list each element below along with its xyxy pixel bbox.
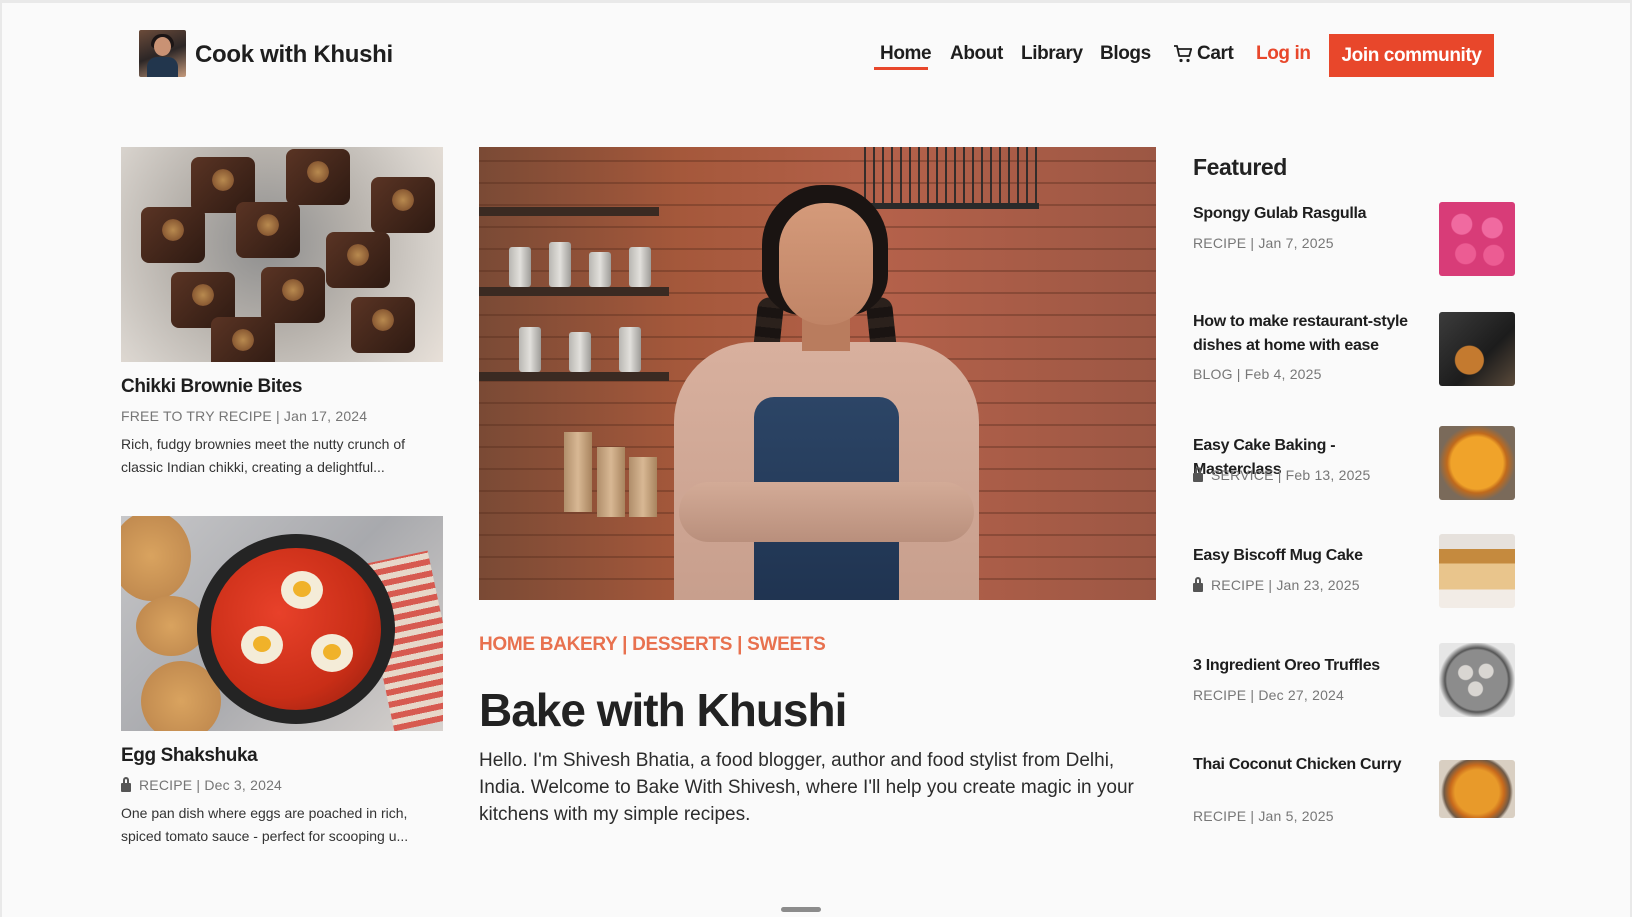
nav-about[interactable]: About xyxy=(950,43,1003,65)
featured-title[interactable]: Spongy Gulab Rasgulla xyxy=(1193,202,1408,226)
featured-item[interactable]: How to make restaurant-style dishes at h… xyxy=(1193,310,1515,410)
nav-library-link[interactable]: Library xyxy=(1021,43,1083,65)
nav-library[interactable]: Library xyxy=(1021,43,1083,65)
featured-item[interactable]: Spongy Gulab Rasgulla RECIPE | Jan 7, 20… xyxy=(1193,202,1515,282)
nav-blogs[interactable]: Blogs xyxy=(1100,43,1151,65)
card-desc-shakshuka: One pan dish where eggs are poached in r… xyxy=(121,805,409,844)
login-link[interactable]: Log in xyxy=(1256,43,1311,65)
featured-item[interactable]: 3 Ingredient Oreo Truffles RECIPE | Dec … xyxy=(1193,643,1515,734)
nav-blogs-link[interactable]: Blogs xyxy=(1100,43,1151,65)
lock-icon xyxy=(121,777,131,792)
logo-avatar[interactable] xyxy=(139,30,186,77)
featured-title[interactable]: Thai Coconut Chicken Curry xyxy=(1193,753,1408,777)
card-title-shakshuka[interactable]: Egg Shakshuka xyxy=(121,745,258,767)
page: Cook with Khushi Home About Library Blog… xyxy=(2,3,1630,917)
lock-icon xyxy=(1193,577,1203,592)
nav-login[interactable]: Log in xyxy=(1256,43,1311,65)
featured-meta: SERVICE | Feb 13, 2025 xyxy=(1193,467,1371,483)
oreo-truffles-thumbnail[interactable] xyxy=(1439,643,1515,717)
brand-name[interactable]: Cook with Khushi xyxy=(195,41,393,69)
featured-meta: RECIPE | Jan 5, 2025 xyxy=(1193,808,1334,824)
featured-meta-text: RECIPE | Jan 23, 2025 xyxy=(1211,577,1360,593)
featured-meta-text: SERVICE | Feb 13, 2025 xyxy=(1211,467,1371,483)
cart-icon xyxy=(1174,45,1193,63)
nav-home[interactable]: Home xyxy=(880,43,932,65)
featured-heading: Featured xyxy=(1193,154,1287,180)
featured-meta: RECIPE | Jan 7, 2025 xyxy=(1193,235,1334,251)
nav-cart[interactable]: Cart xyxy=(1173,43,1234,65)
nav-about-link[interactable]: About xyxy=(950,43,1003,65)
featured-item[interactable]: Easy Biscoff Mug Cake RECIPE | Jan 23, 2… xyxy=(1193,534,1515,624)
featured-meta: BLOG | Feb 4, 2025 xyxy=(1193,366,1322,382)
nav-cart-link[interactable]: Cart xyxy=(1197,43,1234,65)
card-meta-shakshuka: RECIPE | Dec 3, 2024 xyxy=(121,777,282,793)
featured-meta: RECIPE | Dec 27, 2024 xyxy=(1193,687,1345,703)
lock-icon xyxy=(1193,467,1203,482)
card-meta-brownie: FREE TO TRY RECIPE | Jan 17, 2024 xyxy=(121,408,368,424)
featured-meta: RECIPE | Jan 23, 2025 xyxy=(1193,577,1360,593)
featured-title[interactable]: Easy Biscoff Mug Cake xyxy=(1193,544,1408,568)
hero-image xyxy=(479,147,1156,600)
shakshuka-image[interactable] xyxy=(121,516,443,731)
restaurant-thumbnail[interactable] xyxy=(1439,312,1515,386)
brownie-image[interactable] xyxy=(121,147,443,362)
card-title-brownie[interactable]: Chikki Brownie Bites xyxy=(121,376,302,398)
thai-curry-thumbnail[interactable] xyxy=(1439,760,1515,818)
featured-title[interactable]: How to make restaurant-style dishes at h… xyxy=(1193,310,1408,358)
nav-home-link[interactable]: Home xyxy=(880,43,932,65)
scroll-indicator[interactable] xyxy=(781,907,821,912)
card-meta-shakshuka-text: RECIPE | Dec 3, 2024 xyxy=(139,777,283,793)
hero-intro: Hello. I'm Shivesh Bhatia, a food blogge… xyxy=(479,750,1134,825)
featured-item[interactable]: Easy Cake Baking - Masterclass SERVICE |… xyxy=(1193,426,1515,514)
hero-tags: HOME BAKERY | DESSERTS | SWEETS xyxy=(479,634,826,655)
featured-item[interactable]: Thai Coconut Chicken Curry RECIPE | Jan … xyxy=(1193,753,1515,853)
mug-cake-thumbnail[interactable] xyxy=(1439,534,1515,608)
join-community-button[interactable]: Join community xyxy=(1329,34,1494,77)
rasgulla-thumbnail[interactable] xyxy=(1439,202,1515,276)
cake-masterclass-thumbnail[interactable] xyxy=(1439,426,1515,500)
featured-title[interactable]: 3 Ingredient Oreo Truffles xyxy=(1193,654,1408,678)
nav-active-indicator xyxy=(874,67,928,70)
card-desc-brownie: Rich, fudgy brownies meet the nutty crun… xyxy=(121,436,406,475)
hero-title: Bake with Khushi xyxy=(479,684,847,736)
